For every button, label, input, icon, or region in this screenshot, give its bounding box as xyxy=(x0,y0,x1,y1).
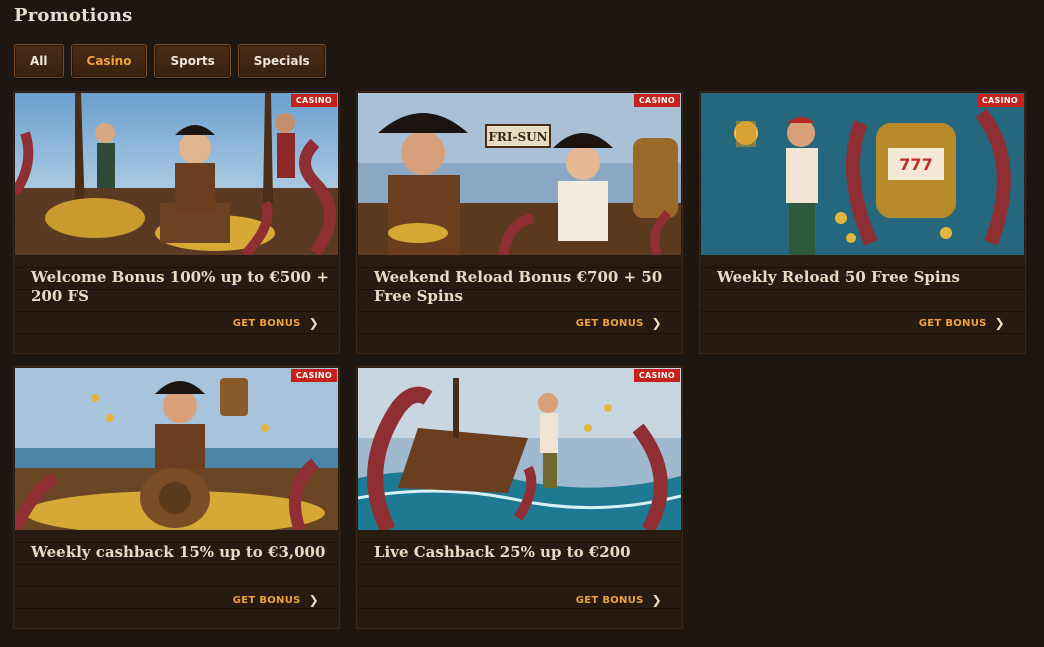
category-badge: CASINO xyxy=(976,94,1023,107)
promo-card-weekend-reload[interactable]: FRI-SUN CASINO Weekend Reload Bonus €700… xyxy=(356,91,683,354)
category-badge: CASINO xyxy=(633,369,680,382)
promo-title: Weekly cashback 15% up to €3,000 xyxy=(31,543,326,561)
fri-sun-sign-text: FRI-SUN xyxy=(488,130,547,144)
get-bonus-label: GET BONUS xyxy=(575,317,644,329)
chevron-right-icon: ❯ xyxy=(308,593,319,607)
svg-text:777: 777 xyxy=(899,155,932,174)
promo-image-pirate-slot-machine: 777 xyxy=(701,93,1024,255)
promo-filter-tabs: All Casino Sports Specials xyxy=(14,44,326,78)
get-bonus-label: GET BONUS xyxy=(232,594,301,606)
promo-title: Live Cashback 25% up to €200 xyxy=(374,543,631,561)
chevron-right-icon: ❯ xyxy=(308,316,319,330)
promo-title: Welcome Bonus 100% up to €500 + 200 FS xyxy=(31,268,329,305)
chevron-right-icon: ❯ xyxy=(651,593,662,607)
filter-sports-button[interactable]: Sports xyxy=(154,44,231,78)
page-title: Promotions xyxy=(14,5,133,26)
chevron-right-icon: ❯ xyxy=(994,316,1005,330)
get-bonus-label: GET BONUS xyxy=(918,317,987,329)
filter-all-button[interactable]: All xyxy=(14,44,64,78)
filter-specials-button[interactable]: Specials xyxy=(237,44,326,78)
get-bonus-label: GET BONUS xyxy=(232,317,301,329)
promo-title: Weekly Reload 50 Free Spins xyxy=(717,268,960,286)
promo-image-pirate-ship-kraken xyxy=(358,368,681,530)
category-badge: CASINO xyxy=(290,369,337,382)
promo-card-weekly-cashback[interactable]: CASINO Weekly cashback 15% up to €3,000 … xyxy=(13,366,340,629)
get-bonus-button[interactable]: GET BONUS ❯ xyxy=(576,593,662,607)
get-bonus-button[interactable]: GET BONUS ❯ xyxy=(233,593,319,607)
get-bonus-button[interactable]: GET BONUS ❯ xyxy=(919,316,1005,330)
chevron-right-icon: ❯ xyxy=(651,316,662,330)
get-bonus-button[interactable]: GET BONUS ❯ xyxy=(576,316,662,330)
promo-image-pirate-tavern: FRI-SUN xyxy=(358,93,681,255)
category-badge: CASINO xyxy=(290,94,337,107)
promo-card-weekly-reload[interactable]: 777 CASINO Weekly Reload 50 Free Spins G… xyxy=(699,91,1026,354)
promo-image-pirate-barrel-gold xyxy=(15,368,338,530)
promo-card-live-cashback[interactable]: CASINO Live Cashback 25% up to €200 GET … xyxy=(356,366,683,629)
promo-image-pirate-crew-treasure xyxy=(15,93,338,255)
filter-casino-button[interactable]: Casino xyxy=(70,44,148,78)
get-bonus-button[interactable]: GET BONUS ❯ xyxy=(233,316,319,330)
category-badge: CASINO xyxy=(633,94,680,107)
promo-card-welcome-bonus[interactable]: CASINO Welcome Bonus 100% up to €500 + 2… xyxy=(13,91,340,354)
get-bonus-label: GET BONUS xyxy=(575,594,644,606)
promo-title: Weekend Reload Bonus €700 + 50 Free Spin… xyxy=(374,268,663,305)
